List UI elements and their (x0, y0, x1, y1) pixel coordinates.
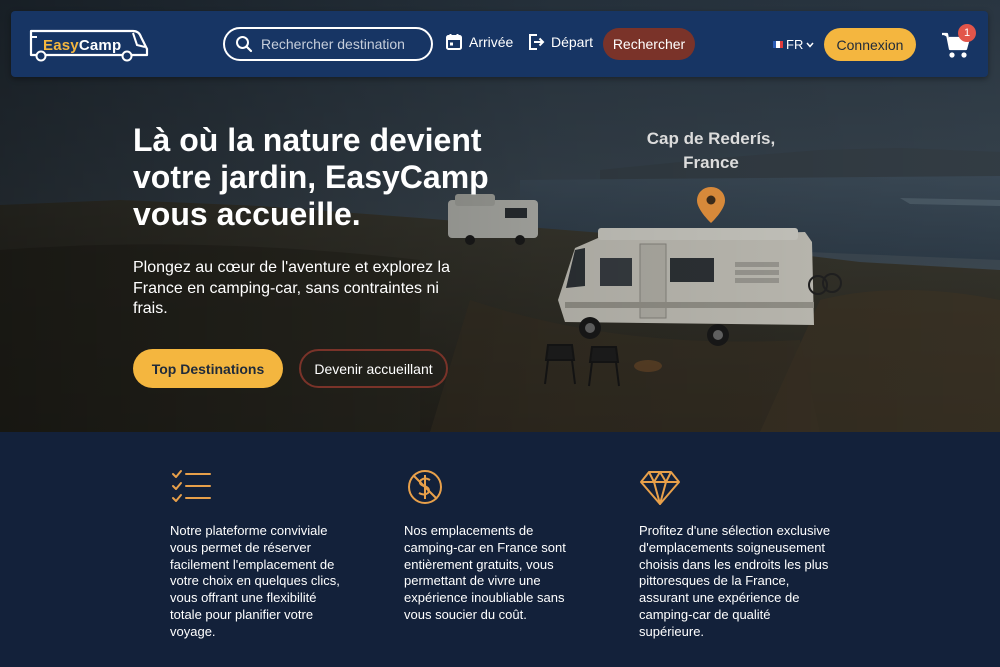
chevron-down-icon (806, 42, 814, 48)
search-input[interactable] (261, 34, 425, 54)
feature-booking-text: Notre plateforme conviviale vous permet … (170, 523, 340, 639)
france-flag-icon (773, 41, 783, 48)
arrivee-label: Arrivée (469, 34, 514, 50)
feature-free: Nos emplacements de camping-car en Franc… (404, 468, 580, 624)
map-pin-icon (697, 187, 725, 223)
feature-exclusive-text: Profitez d'une sélection exclusive d'emp… (639, 523, 831, 639)
hero-title: Là où la nature devient votre jardin, Ea… (133, 122, 489, 232)
brand-name-part2: Camp (78, 37, 122, 54)
exit-icon (529, 34, 545, 50)
diamond-icon (640, 471, 680, 505)
rechercher-button[interactable]: Rechercher (603, 28, 695, 60)
feature-exclusive: Profitez d'une sélection exclusive d'emp… (639, 468, 835, 641)
brand-name-part1: Easy (43, 37, 79, 54)
depart-date-button[interactable]: Départ (527, 33, 593, 51)
no-cost-icon (408, 470, 442, 504)
connexion-button[interactable]: Connexion (824, 28, 916, 61)
location-country: France (683, 153, 739, 172)
cart-count-badge: 1 (958, 24, 976, 42)
calendar-icon (446, 34, 462, 50)
hero-subtitle: Plongez au cœur de l'aventure et explore… (133, 259, 451, 317)
feature-booking: Notre plateforme conviviale vous permet … (170, 468, 350, 641)
location-name: Cap de Rederís, (646, 129, 776, 148)
checklist-icon (172, 470, 211, 502)
brand-name: EasyCamp (43, 37, 121, 54)
feature-free-text: Nos emplacements de camping-car en Franc… (404, 523, 566, 622)
easycamp-logo[interactable]: EasyCamp (27, 25, 151, 63)
language-selector[interactable]: FR (773, 37, 814, 52)
features-section: Notre plateforme conviviale vous permet … (0, 432, 1000, 667)
destination-search (223, 27, 433, 61)
arrivee-date-button[interactable]: Arrivée (445, 33, 513, 51)
depart-label: Départ (551, 34, 594, 50)
location-label: Cap de Rederís, France (630, 127, 792, 175)
language-label: FR (786, 37, 804, 52)
top-navbar: EasyCamp Arrivée Départ Rechercher (11, 11, 988, 77)
search-icon (236, 36, 253, 53)
top-destinations-button[interactable]: Top Destinations (133, 349, 283, 388)
devenir-accueillant-button[interactable]: Devenir accueillant (299, 349, 448, 388)
